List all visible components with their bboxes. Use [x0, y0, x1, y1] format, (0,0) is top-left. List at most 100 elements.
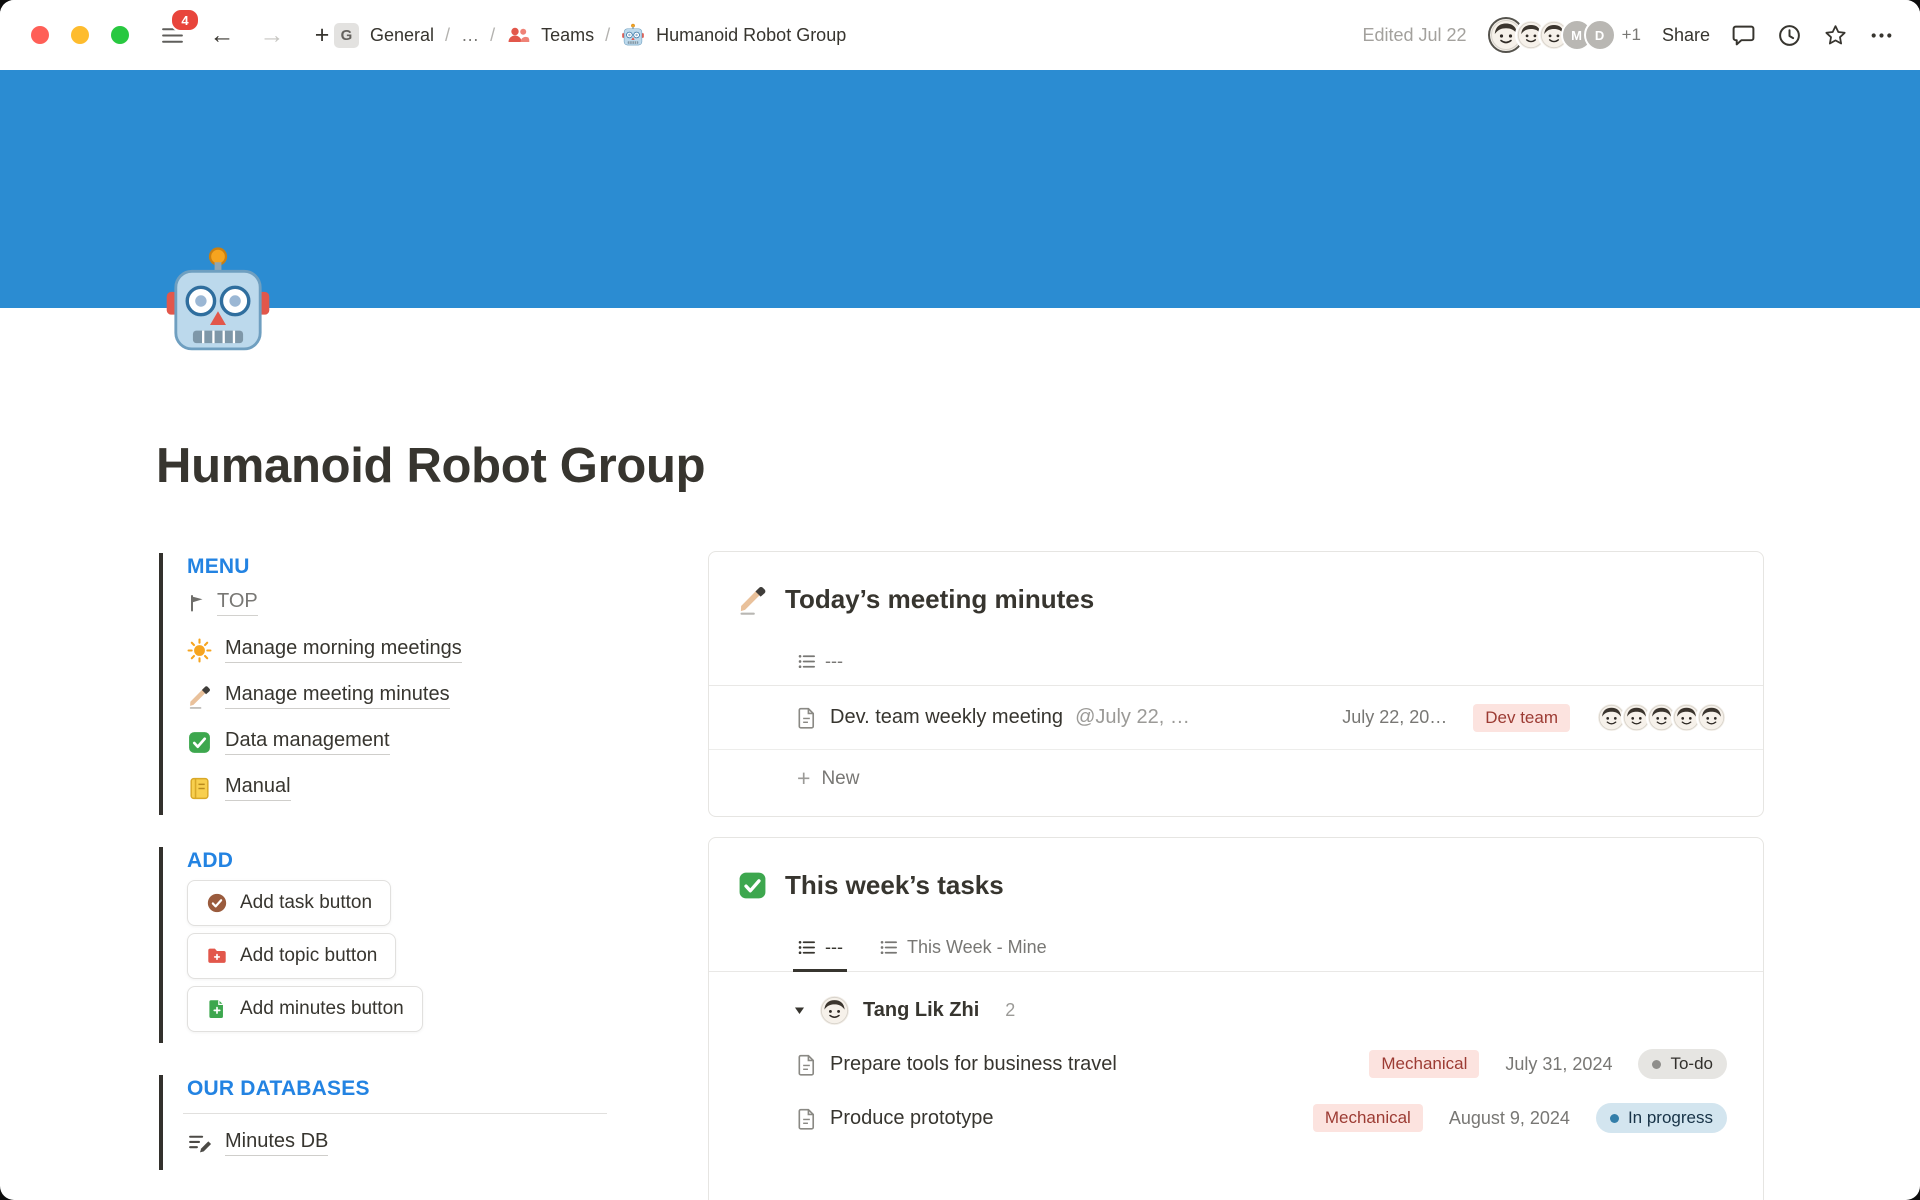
menu-item-minutes-db[interactable]: Minutes DB	[187, 1120, 328, 1166]
add-heading: ADD	[187, 849, 639, 873]
team-tag: Dev team	[1473, 704, 1570, 732]
new-label: New	[821, 768, 859, 790]
meeting-date-mention: @July 22, …	[1075, 706, 1190, 729]
collapse-triangle-icon[interactable]	[793, 1004, 806, 1017]
view-tab-this-week-mine[interactable]: This Week - Mine	[875, 929, 1051, 971]
plus-icon: +	[797, 767, 810, 790]
due-date: August 9, 2024	[1449, 1108, 1570, 1129]
list-view-icon	[879, 938, 898, 957]
zoom-button[interactable]	[111, 26, 129, 44]
task-properties: Mechanical July 31, 2024 To-do	[1369, 1049, 1727, 1079]
menu-item-data-management[interactable]: Data management	[187, 719, 390, 765]
status-dot-icon	[1610, 1114, 1619, 1123]
page-doc-icon	[795, 1053, 818, 1076]
history-clock-icon[interactable]	[1777, 23, 1802, 48]
add-minutes-button-label: Add minutes button	[240, 998, 404, 1020]
favorite-star-icon[interactable]	[1823, 23, 1848, 48]
task-row[interactable]: Prepare tools for business travel Mechan…	[709, 1037, 1763, 1091]
teams-people-icon	[506, 23, 530, 47]
divider	[183, 1113, 607, 1114]
add-topic-button-label: Add topic button	[240, 945, 377, 967]
close-button[interactable]	[31, 26, 49, 44]
status-badge: In progress	[1596, 1103, 1727, 1133]
notebook-icon	[187, 776, 212, 801]
top-link[interactable]: TOP	[187, 585, 258, 627]
page-cover	[0, 70, 1920, 308]
meeting-title: Dev. team weekly meeting	[830, 706, 1063, 729]
view-tab-dashes[interactable]: ---	[793, 929, 847, 972]
databases-heading: OUR DATABASES	[187, 1077, 639, 1101]
back-button[interactable]: ←	[208, 21, 236, 49]
page-doc-icon	[795, 706, 818, 729]
top-link-label: TOP	[217, 590, 258, 616]
face-icon	[820, 996, 849, 1025]
add-task-button-label: Add task button	[240, 892, 372, 914]
page-doc-icon	[795, 1107, 818, 1130]
menu-item-manage-morning-meetings[interactable]: Manage morning meetings	[187, 627, 462, 673]
breadcrumb-separator: /	[445, 25, 450, 46]
category-tag: Mechanical	[1369, 1050, 1479, 1078]
tasks-card-title: This week’s tasks	[785, 870, 1004, 901]
minutes-card-title: Today’s meeting minutes	[785, 584, 1094, 615]
menu-section: MENU TOP Manage morning meetings Manage …	[159, 553, 639, 815]
avatar-overflow-count: +1	[1622, 25, 1641, 45]
new-meeting-row[interactable]: + New	[709, 749, 1763, 816]
status-dot-icon	[1652, 1060, 1661, 1069]
breadcrumb-page[interactable]: Humanoid Robot Group	[656, 25, 846, 46]
task-title: Prepare tools for business travel	[830, 1053, 1117, 1076]
workspace-badge[interactable]: G	[334, 23, 359, 48]
task-row-main: Prepare tools for business travel	[795, 1053, 1369, 1076]
new-tab-button[interactable]: +	[308, 21, 336, 49]
databases-section: OUR DATABASES Minutes DB	[159, 1075, 639, 1170]
page-robot-icon[interactable]	[161, 244, 275, 358]
view-tab-label: ---	[825, 937, 843, 958]
group-row: Tang Lik Zhi 2	[709, 972, 1763, 1037]
task-check-icon	[206, 892, 228, 914]
task-properties: Mechanical August 9, 2024 In progress	[1313, 1103, 1727, 1133]
page-title[interactable]: Humanoid Robot Group	[156, 438, 705, 494]
due-date: July 31, 2024	[1505, 1054, 1612, 1075]
add-task-button[interactable]: Add task button	[187, 880, 391, 926]
tasks-view-tabs: --- This Week - Mine	[709, 929, 1763, 972]
add-topic-button[interactable]: Add topic button	[187, 933, 396, 979]
window-controls	[31, 26, 129, 44]
list-view-icon	[797, 938, 816, 957]
check-mark-icon	[187, 730, 212, 755]
add-minutes-button[interactable]: Add minutes button	[187, 986, 423, 1032]
forward-button[interactable]: →	[258, 21, 286, 49]
menu-item-manage-meeting-minutes[interactable]: Manage meeting minutes	[187, 673, 450, 719]
breadcrumb-separator: /	[490, 25, 495, 46]
robot-icon	[161, 244, 275, 358]
meeting-row[interactable]: Dev. team weekly meeting @July 22, … Jul…	[709, 686, 1763, 749]
presence-avatars: M D +1	[1488, 17, 1641, 53]
breadcrumb-teams[interactable]: Teams	[541, 25, 594, 46]
menu-item-manual[interactable]: Manual	[187, 765, 291, 811]
status-label: In progress	[1628, 1108, 1713, 1128]
breadcrumb-collapsed[interactable]: …	[461, 25, 479, 46]
topic-folder-icon	[206, 945, 228, 967]
view-tab-label: ---	[825, 651, 843, 672]
face-icon	[1698, 704, 1725, 731]
more-options-icon[interactable]	[1869, 23, 1894, 48]
flag-icon	[187, 593, 207, 613]
robot-icon	[621, 23, 645, 47]
writing-hand-icon	[187, 684, 212, 709]
task-row[interactable]: Produce prototype Mechanical August 9, 2…	[709, 1091, 1763, 1145]
right-column: Today’s meeting minutes --- Dev. team we…	[708, 551, 1764, 1200]
status-label: To-do	[1670, 1054, 1713, 1074]
writing-hand-icon	[737, 584, 768, 615]
sidebar-toggle-button[interactable]: 4	[158, 21, 186, 49]
category-tag: Mechanical	[1313, 1104, 1423, 1132]
sun-icon	[187, 638, 212, 663]
view-tab-dashes[interactable]: ---	[793, 643, 847, 685]
comments-icon[interactable]	[1731, 23, 1756, 48]
status-badge: To-do	[1638, 1049, 1727, 1079]
share-button[interactable]: Share	[1662, 25, 1710, 46]
menu-item-label: Manage meeting minutes	[225, 683, 450, 709]
meeting-date: July 22, 20…	[1342, 707, 1447, 728]
menu-item-label: Data management	[225, 729, 390, 755]
breadcrumb-workspace[interactable]: General	[370, 25, 434, 46]
minimize-button[interactable]	[71, 26, 89, 44]
menu-item-label: Manual	[225, 775, 291, 801]
group-count: 2	[1005, 1000, 1015, 1021]
